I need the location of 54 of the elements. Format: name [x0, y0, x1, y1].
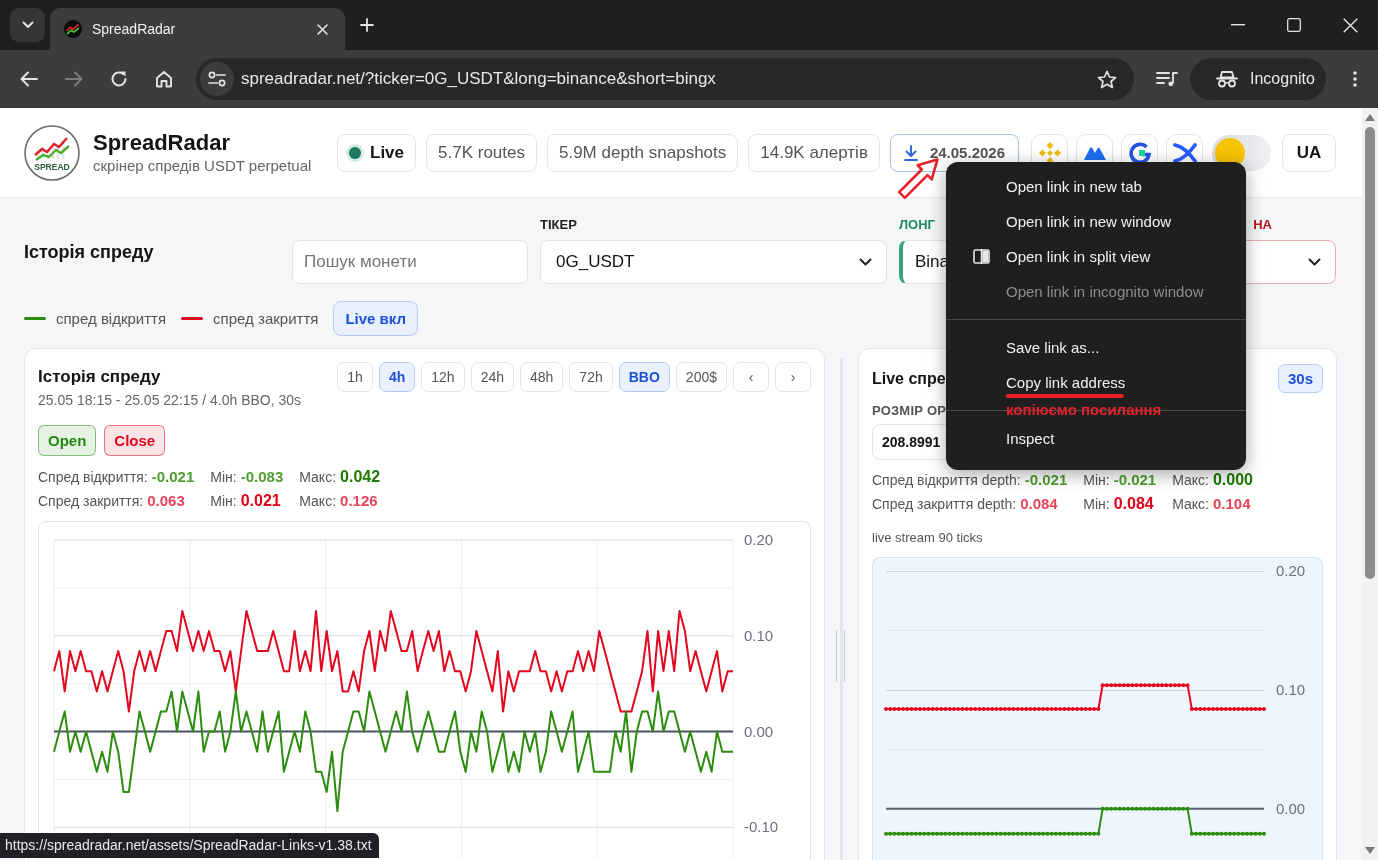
stat-label: Макс: [1172, 472, 1209, 488]
axis-label: 0.00 [744, 722, 774, 740]
field-label: ЛОНГ [899, 217, 935, 232]
card-title: Історія спреду [38, 366, 162, 388]
stat-value: 0.104 [1212, 495, 1251, 512]
interval-chip: 30s [1277, 364, 1323, 393]
stat-value: -0.021 [151, 468, 195, 485]
legend-label: спред відкриття [56, 310, 167, 327]
field-label: РОЗМІР ОР [872, 403, 947, 418]
stat-label: Макс: [1172, 496, 1209, 512]
annotation-note: копіюємо посилання [1006, 401, 1162, 419]
stat-label: Спред відкриття depth: [872, 472, 1021, 488]
stat-label: Мін: [210, 469, 237, 485]
stat-label: Мін: [210, 493, 237, 509]
stat-label: Мін: [1083, 496, 1110, 512]
axis-label: 0.10 [1276, 680, 1306, 698]
url-text: spreadradar.net/?ticker=0G_USDT&long=binance&short=bingx [241, 69, 717, 89]
stat-label: Спред закриття: [38, 493, 144, 509]
axis-label: 0.00 [1276, 799, 1306, 817]
stat-value: 0.042 [340, 468, 381, 485]
stat-label: Спред відкриття: [38, 469, 148, 485]
legend-label: спред закриття [213, 310, 319, 327]
axis-label: 0.10 [744, 626, 774, 644]
stat-value: -0.083 [240, 468, 284, 485]
stat-value: 0.063 [147, 492, 185, 509]
stat-value: 0.000 [1212, 471, 1253, 488]
stat-value: 0.084 [1020, 495, 1058, 512]
site-subtitle: скрінер спредів USDT perpetual [93, 155, 313, 176]
axis-label: -0.10 [744, 818, 779, 836]
logo: SPREAD [24, 124, 80, 181]
site-title: SpreadRadar [93, 129, 231, 156]
section-title: Історія спреду [24, 242, 155, 263]
stat-label: Макс: [299, 469, 337, 485]
stat-value: -0.021 [1113, 471, 1157, 488]
stat-chip: 5.9M depth snapshots [547, 133, 739, 172]
field-label: ТІКЕР [540, 217, 577, 232]
stat-chip: 14.9K алертів [748, 133, 880, 172]
axis-label: 0.20 [744, 531, 774, 548]
field-label: НА [1253, 217, 1272, 232]
stat-label: Спред закриття depth: [872, 496, 1017, 512]
status-label: Live [370, 142, 405, 163]
stat-value: -0.021 [1024, 471, 1068, 488]
axis-label: 0.20 [1276, 562, 1306, 579]
tab-title: SpreadRadar [92, 21, 177, 37]
stat-value: 0.126 [340, 492, 378, 509]
stat-value: 0.021 [240, 492, 281, 509]
stat-chip: 5.7K routes [426, 133, 537, 172]
stat-label: Мін: [1083, 472, 1110, 488]
link-url-status: https://spreadradar.net/assets/SpreadRadar-Links-v1.38.txt [0, 833, 379, 858]
stat-label: Макс: [299, 493, 337, 509]
stat-value: 0.084 [1113, 495, 1154, 512]
tick-count-text: live stream 90 ticks [872, 529, 983, 547]
time-range-text: 25.05 18:15 - 25.05 22:15 / 4.0h BBO, 30s [38, 391, 302, 410]
card-title: Live спре [872, 368, 946, 389]
